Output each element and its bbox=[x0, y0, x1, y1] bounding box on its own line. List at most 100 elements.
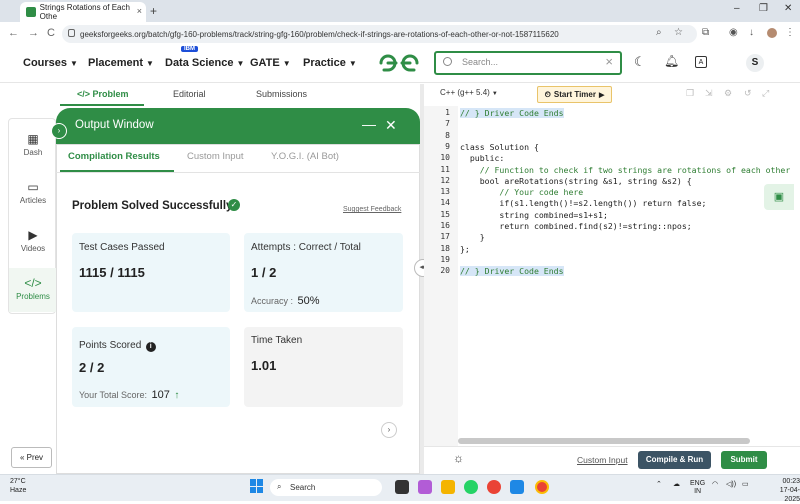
copy-icon[interactable]: ❐ bbox=[686, 88, 694, 99]
minimize-output-icon[interactable]: — bbox=[362, 116, 376, 132]
browser-profile-avatar[interactable] bbox=[767, 28, 777, 38]
fullscreen-icon[interactable]: ⤢ bbox=[762, 88, 769, 99]
browser-tab[interactable]: Strings Rotations of Each Othe × bbox=[20, 2, 146, 22]
back-icon[interactable]: ← bbox=[8, 27, 19, 39]
chevron-right-icon[interactable]: › bbox=[381, 422, 397, 438]
close-window-button[interactable]: ✕ bbox=[784, 3, 792, 14]
zoom-icon[interactable]: ⌕ bbox=[656, 27, 662, 38]
tab-submissions[interactable]: Submissions bbox=[256, 89, 307, 99]
line-number: 19 bbox=[440, 254, 450, 264]
rail-item-videos[interactable]: ▶ Videos bbox=[9, 228, 57, 253]
nav-placement[interactable]: Placement ▼ bbox=[88, 57, 154, 69]
code-line[interactable]: }; bbox=[460, 244, 470, 254]
code-line[interactable]: // Your code here bbox=[460, 187, 583, 197]
code-line[interactable]: public: bbox=[460, 153, 505, 163]
lightbulb-icon[interactable]: ☼ bbox=[453, 451, 464, 465]
tab-yogi-ai-bot[interactable]: Y.O.G.I. (AI Bot) bbox=[271, 151, 339, 162]
url-field[interactable]: geeksforgeeks.org/batch/gfg-160-problems… bbox=[62, 25, 697, 43]
tray-chevron-icon[interactable]: ⌃ bbox=[656, 480, 662, 488]
maximize-window-button[interactable]: ❐ bbox=[759, 3, 768, 14]
dark-mode-moon-icon[interactable]: ☾ bbox=[634, 54, 646, 70]
code-line[interactable]: bool areRotations(string &s1, string &s2… bbox=[460, 176, 692, 186]
bookmark-star-icon[interactable]: ☆ bbox=[674, 27, 683, 38]
nav-courses[interactable]: Courses ▼ bbox=[23, 57, 78, 69]
file-explorer-icon[interactable] bbox=[441, 480, 455, 494]
notification-bell-icon[interactable]: 🔔︎ bbox=[664, 54, 679, 68]
rail-item-dash[interactable]: ▦ Dash bbox=[9, 132, 57, 157]
copilot-icon[interactable] bbox=[418, 480, 432, 494]
rail-item-label: Articles bbox=[19, 196, 47, 205]
settings-icon[interactable]: ⚙ bbox=[724, 88, 732, 99]
subtab-divider bbox=[56, 172, 420, 173]
vscode-icon[interactable] bbox=[510, 480, 524, 494]
code-line[interactable]: // } Driver Code Ends bbox=[460, 266, 564, 277]
downloads-icon[interactable]: ↓ bbox=[749, 27, 754, 38]
profile-sync-icon[interactable]: ◉ bbox=[729, 27, 738, 38]
line-number: 7 bbox=[445, 119, 450, 129]
export-icon[interactable]: ⇲ bbox=[705, 88, 713, 99]
tab-compilation-results[interactable]: Compilation Results bbox=[68, 151, 160, 162]
user-avatar[interactable]: S bbox=[746, 54, 764, 72]
line-number: 14 bbox=[440, 198, 450, 208]
code-line[interactable]: } bbox=[460, 232, 485, 242]
code-line[interactable]: if(s1.length()!=s2.length()) return fals… bbox=[460, 198, 706, 208]
close-tab-icon[interactable]: × bbox=[137, 6, 142, 16]
new-tab-button[interactable]: + bbox=[150, 4, 157, 18]
language-select[interactable]: C++ (g++ 5.4) ▼ bbox=[440, 88, 498, 97]
reset-icon[interactable]: ↺ bbox=[744, 88, 752, 99]
tray-app-icon[interactable]: ☁ bbox=[673, 480, 680, 488]
chrome-active-icon[interactable] bbox=[535, 480, 549, 494]
translate-icon[interactable]: A bbox=[695, 56, 707, 68]
collapse-arrow-icon[interactable]: › bbox=[51, 123, 67, 139]
whatsapp-icon[interactable] bbox=[464, 480, 478, 494]
close-output-icon[interactable]: ✕ bbox=[385, 117, 397, 134]
custom-input-link[interactable]: Custom Input bbox=[577, 455, 628, 465]
suggest-feedback-link[interactable]: Suggest Feedback bbox=[343, 206, 401, 213]
code-line[interactable]: class Solution { bbox=[460, 142, 539, 152]
task-view-icon[interactable] bbox=[395, 480, 409, 494]
language-indicator[interactable]: ENG IN bbox=[690, 480, 705, 496]
taskbar-search[interactable]: ⌕ Search bbox=[270, 479, 382, 496]
gfg-logo[interactable] bbox=[378, 52, 420, 74]
horizontal-scrollbar[interactable] bbox=[458, 438, 750, 444]
tab-editorial[interactable]: Editorial bbox=[173, 89, 206, 99]
submit-button[interactable]: Submit bbox=[721, 451, 767, 469]
nav-gate[interactable]: GATE ▼ bbox=[250, 57, 291, 69]
code-line[interactable]: // } Driver Code Ends bbox=[460, 108, 564, 118]
nav-data-science[interactable]: Data Science ▼ bbox=[165, 57, 244, 69]
code-line[interactable]: string combined=s1+s1; bbox=[460, 210, 607, 220]
compile-run-button[interactable]: Compile & Run bbox=[638, 451, 711, 469]
reload-icon[interactable]: C bbox=[47, 27, 55, 39]
info-icon[interactable]: i bbox=[145, 342, 156, 352]
volume-icon[interactable]: ◁)) bbox=[726, 480, 736, 488]
chevron-down-icon: ▼ bbox=[491, 91, 498, 97]
points-label: Points Scored bbox=[79, 340, 142, 351]
site-search[interactable]: Search... × bbox=[434, 51, 622, 75]
rail-item-articles[interactable]: ▭ Articles bbox=[9, 180, 57, 205]
chat-icon[interactable]: ▣ bbox=[764, 184, 794, 210]
battery-icon[interactable]: ▭ bbox=[742, 480, 749, 488]
minimize-window-button[interactable]: – bbox=[734, 3, 740, 14]
rail-item-problems[interactable]: </> Problems bbox=[9, 268, 57, 312]
tab-problem[interactable]: </> Problem bbox=[77, 89, 129, 99]
site-info-icon[interactable] bbox=[68, 29, 75, 37]
browser-menu-icon[interactable]: ⋮ bbox=[785, 27, 795, 38]
taskbar-search-label: Search bbox=[290, 483, 316, 492]
prev-button[interactable]: « Prev bbox=[11, 447, 52, 468]
windows-start-icon[interactable] bbox=[250, 479, 264, 493]
weather-widget[interactable]: 27°C Haze bbox=[10, 477, 26, 495]
nav-gate-label: GATE bbox=[250, 57, 280, 69]
clear-search-icon[interactable]: × bbox=[605, 54, 613, 69]
code-line[interactable]: return combined.find(s2)!=string::npos; bbox=[460, 221, 691, 231]
chevron-down-icon: ▼ bbox=[282, 59, 291, 68]
tab-custom-input[interactable]: Custom Input bbox=[187, 151, 244, 162]
forward-icon[interactable]: → bbox=[28, 27, 39, 39]
chevron-down-icon: ▼ bbox=[146, 59, 154, 68]
wifi-icon[interactable]: ◠ bbox=[712, 480, 718, 488]
chrome-icon[interactable] bbox=[487, 480, 501, 494]
lang-top: ENG bbox=[690, 480, 706, 487]
extensions-icon[interactable]: ⧉ bbox=[702, 27, 709, 38]
nav-practice[interactable]: Practice ▼ bbox=[303, 57, 357, 69]
code-line[interactable]: // Function to check if two strings are … bbox=[460, 165, 791, 175]
start-timer-button[interactable]: ⏲ Start Timer ▶ bbox=[537, 86, 612, 103]
